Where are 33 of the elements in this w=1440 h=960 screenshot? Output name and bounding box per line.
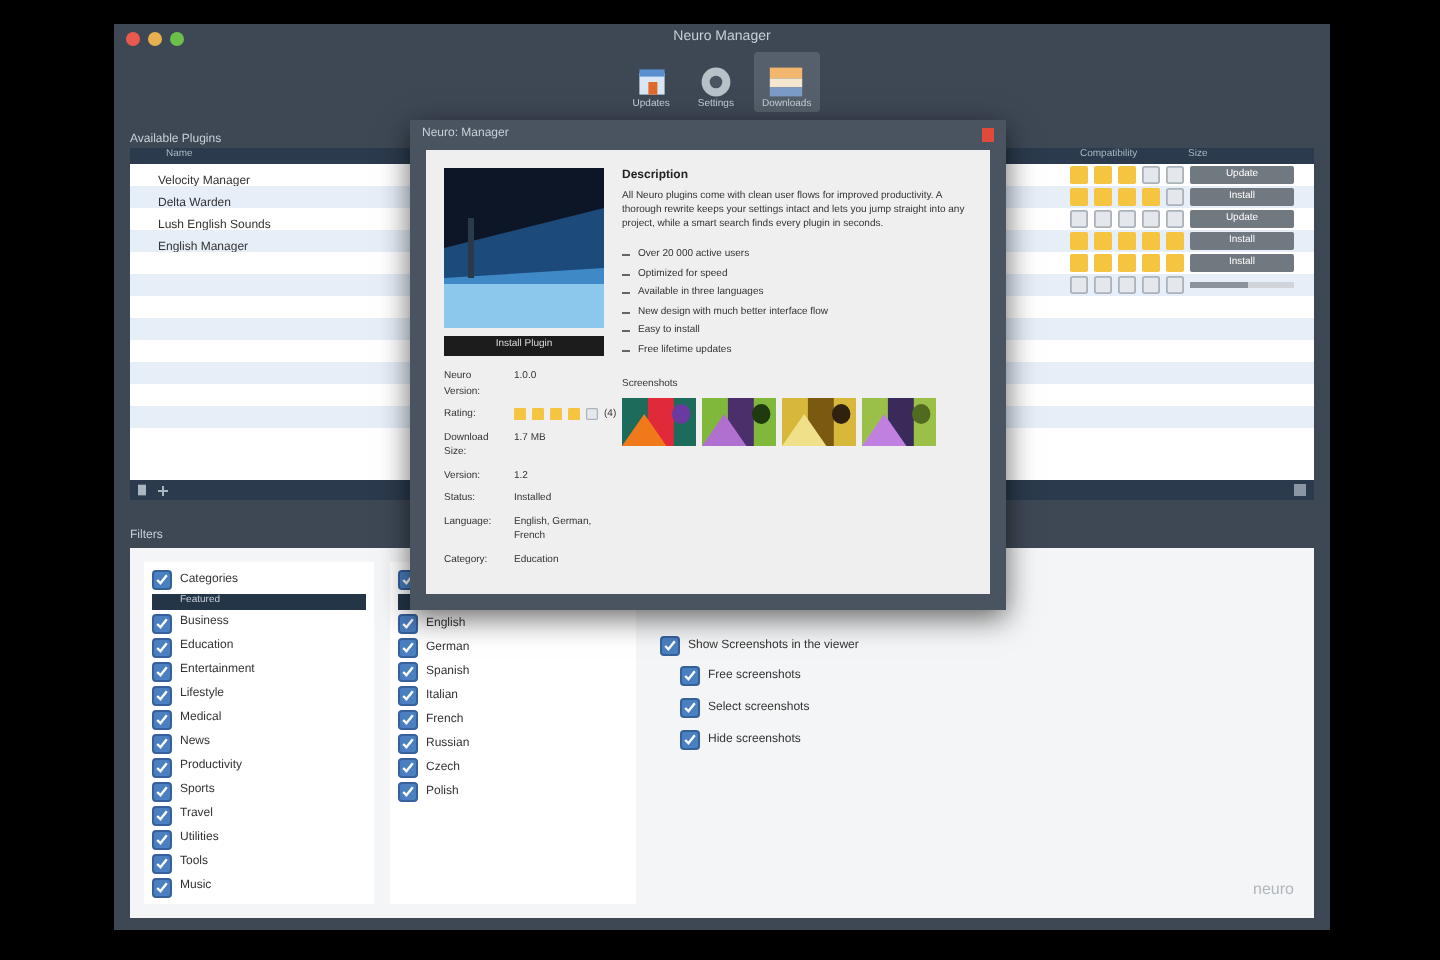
checkbox[interactable] bbox=[152, 733, 172, 753]
checkbox[interactable] bbox=[398, 758, 418, 778]
add-icon[interactable] bbox=[158, 485, 168, 495]
checkbox[interactable] bbox=[152, 613, 172, 633]
zoom-button[interactable] bbox=[170, 31, 184, 45]
gear-icon bbox=[697, 64, 734, 100]
checkbox[interactable] bbox=[680, 666, 700, 686]
close-button[interactable] bbox=[126, 31, 140, 45]
checkbox[interactable] bbox=[152, 709, 172, 729]
checkbox[interactable] bbox=[152, 853, 172, 873]
package-icon bbox=[633, 64, 670, 100]
checkbox[interactable] bbox=[398, 782, 418, 802]
checkbox[interactable] bbox=[398, 614, 418, 634]
checkbox[interactable] bbox=[680, 730, 700, 750]
trash-icon[interactable] bbox=[138, 484, 146, 496]
checkbox[interactable] bbox=[660, 636, 680, 656]
checkbox[interactable] bbox=[680, 698, 700, 718]
checkbox[interactable] bbox=[398, 710, 418, 730]
checkbox[interactable] bbox=[152, 637, 172, 657]
checkbox[interactable] bbox=[152, 829, 172, 849]
checkbox[interactable] bbox=[398, 734, 418, 754]
checkbox[interactable] bbox=[152, 685, 172, 705]
checkbox[interactable] bbox=[398, 686, 418, 706]
minimize-button[interactable] bbox=[148, 31, 162, 45]
checkbox[interactable] bbox=[152, 661, 172, 681]
logo: neuro bbox=[1253, 878, 1294, 902]
checkbox[interactable] bbox=[152, 781, 172, 801]
checkbox[interactable] bbox=[398, 638, 418, 658]
checkbox[interactable] bbox=[398, 662, 418, 682]
checkbox[interactable] bbox=[152, 877, 172, 897]
checkbox[interactable] bbox=[152, 570, 172, 590]
checkbox[interactable] bbox=[152, 757, 172, 777]
checkbox[interactable] bbox=[152, 805, 172, 825]
